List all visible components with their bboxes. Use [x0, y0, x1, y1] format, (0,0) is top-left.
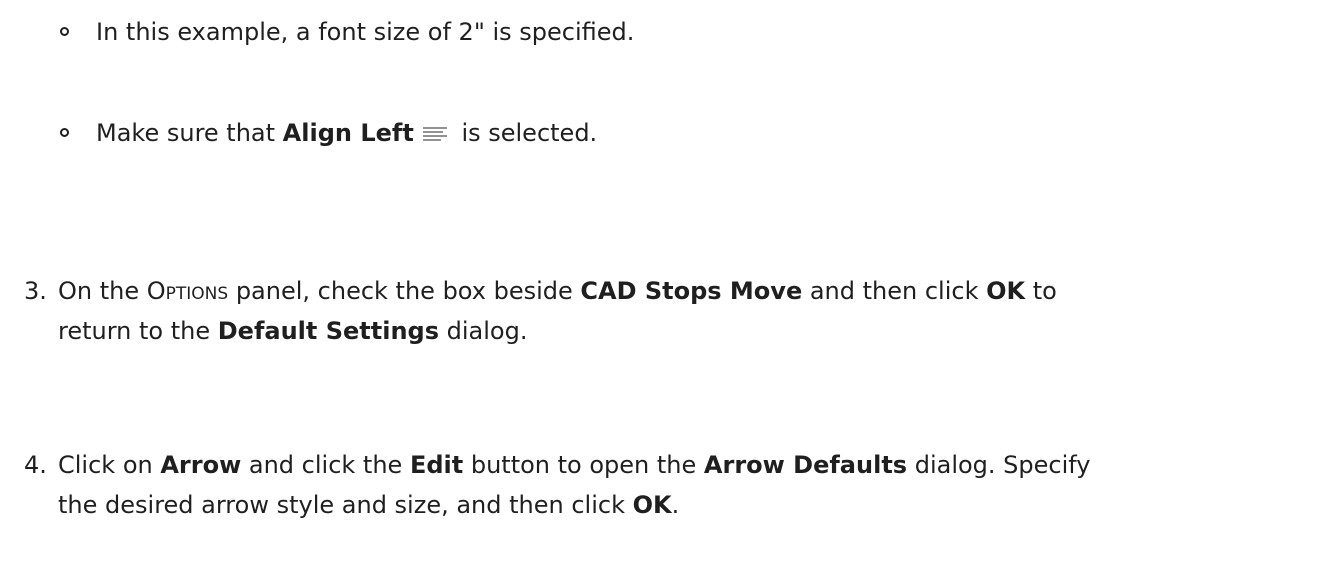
bullet-marker — [60, 27, 69, 36]
options-panel-name: Options — [146, 277, 229, 305]
sub-bullet-text: In this example, a font size of 2" is sp… — [96, 18, 635, 46]
step-number: 4. — [24, 451, 47, 479]
step-text-line: On the Options panel, check the box besi… — [58, 277, 1057, 305]
step-text-line: the desired arrow style and size, and th… — [58, 491, 680, 519]
step-text-line: Click on Arrow and click the Edit button… — [58, 451, 1091, 479]
sub-bullet-text: Make sure that Align Left is selected. — [96, 115, 597, 151]
step-text-line: return to the Default Settings dialog. — [58, 317, 528, 345]
align-left-icon — [422, 116, 448, 141]
step-number: 3. — [24, 277, 47, 305]
bullet-marker — [60, 128, 69, 137]
